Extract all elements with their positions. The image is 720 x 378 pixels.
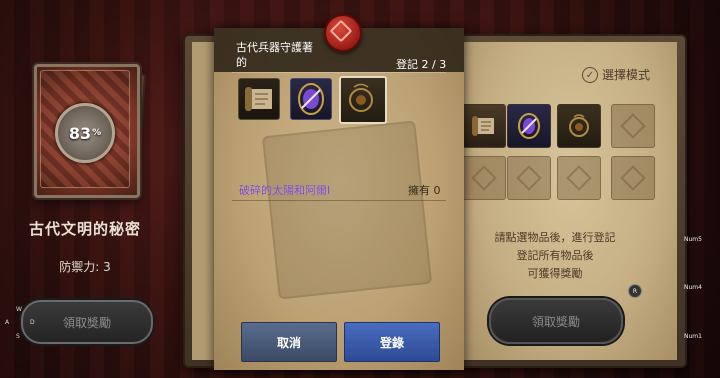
select-mode-label[interactable]: 選擇模式 [602, 66, 650, 83]
book-slot-scroll[interactable] [462, 104, 506, 148]
book-slot-amulet[interactable] [557, 104, 601, 148]
amulet-icon [349, 83, 373, 112]
key-hint-w: W [16, 306, 22, 313]
book-slot-empty [507, 156, 551, 200]
popup-slot-gem[interactable] [290, 78, 332, 120]
key-hint-d: D [30, 319, 35, 326]
select-mode-check-icon[interactable]: ✓ [582, 67, 598, 83]
key-hint-a: A [5, 319, 10, 326]
popup-slot-amulet-selected[interactable] [339, 76, 387, 124]
gem-icon [298, 83, 324, 115]
key-hint-num5: Num5 [684, 236, 702, 243]
scroll-icon [472, 116, 494, 136]
popup-title: 古代兵器守護著 的 [236, 41, 313, 69]
selected-item-name: 破碎的太陽和阿爾I [239, 184, 331, 197]
key-hint-r: R [628, 284, 642, 298]
register-button[interactable]: 登錄 [344, 322, 440, 362]
divider [232, 200, 446, 201]
gem-icon [518, 113, 540, 139]
book-slot-empty [611, 156, 655, 200]
amulet-icon [569, 114, 589, 137]
cancel-button[interactable]: 取消 [241, 322, 337, 362]
watermark-book [261, 120, 433, 300]
owned-count: 擁有 0 [408, 184, 441, 197]
collection-title: 古代文明的秘密 [28, 220, 141, 238]
claim-reward-button-right[interactable]: 領取獎勵 [489, 298, 623, 344]
book-slot-gem[interactable] [507, 104, 551, 148]
claim-reward-button-left[interactable]: 領取獎勵 [21, 300, 153, 344]
progress-percent: 83% [68, 123, 102, 143]
popup-slot-scroll[interactable] [238, 78, 280, 120]
key-hint-num4: Num4 [684, 284, 702, 291]
key-hint-s: S [16, 333, 20, 340]
divider [232, 72, 446, 73]
book-slot-empty [462, 156, 506, 200]
scroll-icon [245, 87, 272, 111]
defense-stat: 防禦力: 3 [59, 260, 111, 274]
book-slot-empty [611, 104, 655, 148]
register-hint: 請點選物品後，進行登記 登記所有物品後 可獲得獎勵 [494, 231, 616, 280]
book-slot-empty [557, 156, 601, 200]
key-hint-num1: Num1 [684, 333, 702, 340]
registered-count: 登記 2 / 3 [396, 58, 447, 71]
